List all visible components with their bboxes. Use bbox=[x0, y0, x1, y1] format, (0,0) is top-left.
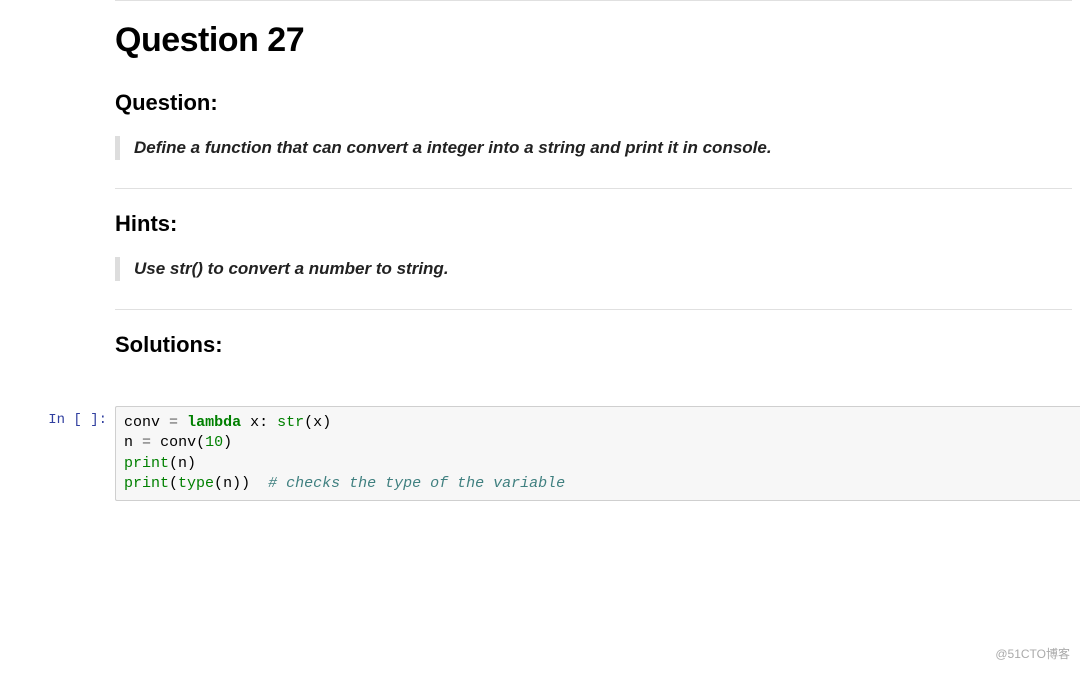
tok-print1: print bbox=[124, 455, 169, 472]
tok-lparen2: ( bbox=[196, 434, 205, 451]
tok-n3: n bbox=[223, 475, 232, 492]
tok-rparen4: ) bbox=[241, 475, 250, 492]
question-heading: Question 27 bbox=[115, 21, 1072, 60]
hints-text: Use str() to convert a number to string. bbox=[134, 259, 1072, 279]
tok-rparen: ) bbox=[322, 414, 331, 431]
question-subheading: Question: bbox=[115, 90, 1072, 116]
watermark: @51CTO博客 bbox=[995, 645, 1070, 662]
tok-str: str bbox=[277, 414, 304, 431]
tok-type: type bbox=[178, 475, 214, 492]
tok-comment: # checks the type of the variable bbox=[268, 475, 565, 492]
tok-rparen3: ) bbox=[187, 455, 196, 472]
tok-lparen3: ( bbox=[169, 455, 178, 472]
tok-lparen4: ( bbox=[169, 475, 178, 492]
tok-conv: conv bbox=[124, 414, 160, 431]
tok-lparen5: ( bbox=[214, 475, 223, 492]
tok-lparen: ( bbox=[304, 414, 313, 431]
tok-rparen5: ) bbox=[232, 475, 241, 492]
top-rule bbox=[115, 0, 1072, 1]
solutions-subheading: Solutions: bbox=[115, 332, 1072, 358]
question-text: Define a function that can convert a int… bbox=[134, 138, 1072, 158]
tok-conv2: conv bbox=[160, 434, 196, 451]
code-cell: In [ ]: conv = lambda x: str(x) n = conv… bbox=[0, 378, 1080, 501]
tok-colon: : bbox=[259, 414, 268, 431]
tok-x2: x bbox=[313, 414, 322, 431]
tok-eq2: = bbox=[142, 434, 151, 451]
notebook: Question 27 Question: Define a function … bbox=[0, 0, 1080, 501]
question-rule bbox=[115, 188, 1072, 189]
code-input-area[interactable]: conv = lambda x: str(x) n = conv(10) pri… bbox=[115, 406, 1080, 501]
hints-rule bbox=[115, 309, 1072, 310]
tok-rparen2: ) bbox=[223, 434, 232, 451]
hints-subheading: Hints: bbox=[115, 211, 1072, 237]
hints-blockquote: Use str() to convert a number to string. bbox=[115, 257, 1072, 281]
tok-n2: n bbox=[178, 455, 187, 472]
tok-x: x bbox=[250, 414, 259, 431]
code-cell-content: conv = lambda x: str(x) n = conv(10) pri… bbox=[115, 378, 1080, 501]
code-source: conv = lambda x: str(x) n = conv(10) pri… bbox=[124, 413, 1072, 494]
markdown-cell: Question 27 Question: Define a function … bbox=[0, 0, 1080, 378]
markdown-prompt bbox=[0, 0, 115, 378]
tok-lambda: lambda bbox=[187, 414, 241, 431]
question-blockquote: Define a function that can convert a int… bbox=[115, 136, 1072, 160]
code-prompt: In [ ]: bbox=[0, 378, 115, 501]
markdown-body: Question 27 Question: Define a function … bbox=[115, 0, 1080, 378]
tok-10: 10 bbox=[205, 434, 223, 451]
tok-print2: print bbox=[124, 475, 169, 492]
tok-eq: = bbox=[169, 414, 178, 431]
tok-n: n bbox=[124, 434, 133, 451]
